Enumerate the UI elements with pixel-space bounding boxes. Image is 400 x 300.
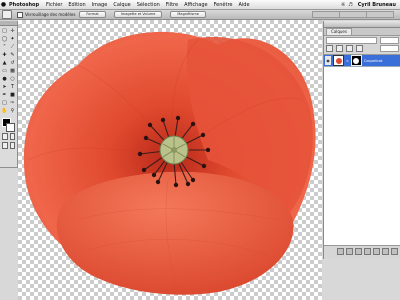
screen-mode-2-button[interactable] <box>9 142 15 149</box>
new-group-icon[interactable] <box>364 248 371 255</box>
eyedropper-tool-icon[interactable]: ✑ <box>9 100 16 107</box>
seed-pod-center <box>171 147 177 153</box>
opacity-field[interactable] <box>380 36 399 44</box>
brush-tool-icon[interactable]: ✎ <box>9 52 16 59</box>
eraser-tool-icon[interactable]: ▭ <box>1 68 8 75</box>
menu-aide[interactable]: Aide <box>235 2 252 8</box>
options-button-2[interactable]: Imagette et Volume <box>113 11 163 18</box>
current-tool-icon[interactable] <box>2 10 12 19</box>
lock-pixels-icon[interactable] <box>336 44 343 52</box>
trash-icon[interactable] <box>391 248 398 255</box>
marquee-tool-icon[interactable]: □ <box>1 28 8 35</box>
adjustment-layer-icon[interactable] <box>373 248 380 255</box>
type-tool-icon[interactable]: T <box>9 84 16 91</box>
add-mask-icon[interactable] <box>355 248 362 255</box>
lock-row <box>324 44 400 52</box>
slice-tool-icon[interactable]: ⟋ <box>9 44 16 51</box>
eye-icon[interactable]: ◉ <box>325 56 331 65</box>
apple-menu-icon[interactable]: ● <box>0 1 7 8</box>
lasso-tool-icon[interactable]: ◯ <box>1 36 8 43</box>
menu-selection[interactable]: Sélection <box>134 2 163 8</box>
layers-panel-titlebar[interactable] <box>324 21 400 28</box>
palette-well-tab-3[interactable] <box>366 11 394 18</box>
link-layers-icon[interactable] <box>337 248 344 255</box>
lock-transparency-icon[interactable] <box>326 44 333 52</box>
screen-mode-buttons <box>0 141 17 150</box>
options-checkbox[interactable] <box>17 11 23 18</box>
layer-name[interactable]: Coquelicot <box>364 59 383 63</box>
options-checkbox-label: Verrouillage des modèles <box>25 12 76 17</box>
tools-palette: □ ✛ ◯ ✦ ⌜ ⟋ ✚ ✎ ▲ ↺ ▭ ▩ ● ○ ➤ T ✒ ■ □ ✑ … <box>0 21 18 168</box>
volume-icon[interactable]: ♬ <box>348 2 352 8</box>
palette-well-tab-2[interactable] <box>339 11 367 18</box>
gradient-tool-icon[interactable]: ▩ <box>9 68 16 75</box>
options-bar: Verrouillage des modèles Format Imagette… <box>0 10 400 20</box>
front-petal <box>56 171 294 295</box>
menu-image[interactable]: Image <box>89 2 111 8</box>
menubar-status-icons: ※ ♬ <box>341 2 355 8</box>
magic-wand-tool-icon[interactable]: ✦ <box>9 36 16 43</box>
options-button-1[interactable]: Format <box>79 11 106 18</box>
path-selection-tool-icon[interactable]: ➤ <box>1 84 8 91</box>
shape-tool-icon[interactable]: ■ <box>9 92 16 99</box>
screen-mode-1-button[interactable] <box>2 142 8 149</box>
bluetooth-icon[interactable]: ※ <box>341 2 345 8</box>
menubar-user[interactable]: Cyril Bruneau <box>355 2 400 8</box>
menu-fichier[interactable]: Fichier <box>43 2 65 8</box>
layer-thumbnail[interactable] <box>333 55 344 66</box>
zoom-tool-icon[interactable]: ⚲ <box>9 108 16 115</box>
palette-well-tab-1[interactable] <box>312 11 340 18</box>
menu-fenetre[interactable]: Fenêtre <box>211 2 236 8</box>
options-button-3[interactable]: Magnétisme <box>170 11 206 18</box>
poppy-image <box>23 31 316 295</box>
link-icon[interactable]: ∞ <box>346 59 349 63</box>
hand-tool-icon[interactable]: ✋ <box>1 108 8 115</box>
lock-position-icon[interactable] <box>346 44 353 52</box>
layer-thumbnail-image <box>335 57 342 64</box>
notes-tool-icon[interactable]: □ <box>1 100 8 107</box>
pen-tool-icon[interactable]: ✒ <box>1 92 8 99</box>
healing-brush-tool-icon[interactable]: ✚ <box>1 52 8 59</box>
menu-affichage[interactable]: Affichage <box>181 2 211 8</box>
layers-panel-tabs: Calques <box>324 28 400 36</box>
move-tool-icon[interactable]: ✛ <box>9 28 16 35</box>
color-swatches <box>0 118 17 132</box>
menu-calque[interactable]: Calque <box>110 2 133 8</box>
history-brush-tool-icon[interactable]: ↺ <box>9 60 16 67</box>
background-color-swatch[interactable] <box>6 123 15 132</box>
layer-row[interactable]: ◉ ∞ Coquelicot <box>324 55 400 67</box>
stamp-tool-icon[interactable]: ▲ <box>1 60 8 67</box>
blend-mode-select[interactable] <box>326 36 377 44</box>
blur-tool-icon[interactable]: ● <box>1 76 8 83</box>
menu-bar: ● Photoshop Fichier Edition Image Calque… <box>0 0 400 10</box>
layers-panel: Calques ◉ ∞ Coquelicot <box>323 21 400 259</box>
new-layer-icon[interactable] <box>382 248 389 255</box>
menu-filtre[interactable]: Filtre <box>163 2 181 8</box>
blend-row <box>324 36 400 44</box>
document-canvas[interactable] <box>18 20 322 300</box>
layer-mask-shape <box>353 57 360 64</box>
mask-mode-buttons <box>0 132 17 141</box>
layers-list: ◉ ∞ Coquelicot <box>324 54 400 246</box>
standard-mode-button[interactable] <box>2 133 8 140</box>
tab-calques[interactable]: Calques <box>326 28 352 35</box>
palette-well[interactable] <box>312 11 394 18</box>
menu-app-name[interactable]: Photoshop <box>7 2 43 8</box>
fill-field[interactable] <box>380 44 399 52</box>
lock-all-icon[interactable] <box>356 44 363 52</box>
layer-style-icon[interactable] <box>346 248 353 255</box>
quick-mask-button[interactable] <box>9 133 15 140</box>
layer-mask-thumbnail[interactable] <box>350 55 362 66</box>
layers-panel-footer <box>324 246 400 257</box>
menu-edition[interactable]: Edition <box>65 2 88 8</box>
crop-tool-icon[interactable]: ⌜ <box>1 44 8 51</box>
dodge-tool-icon[interactable]: ○ <box>9 76 16 83</box>
